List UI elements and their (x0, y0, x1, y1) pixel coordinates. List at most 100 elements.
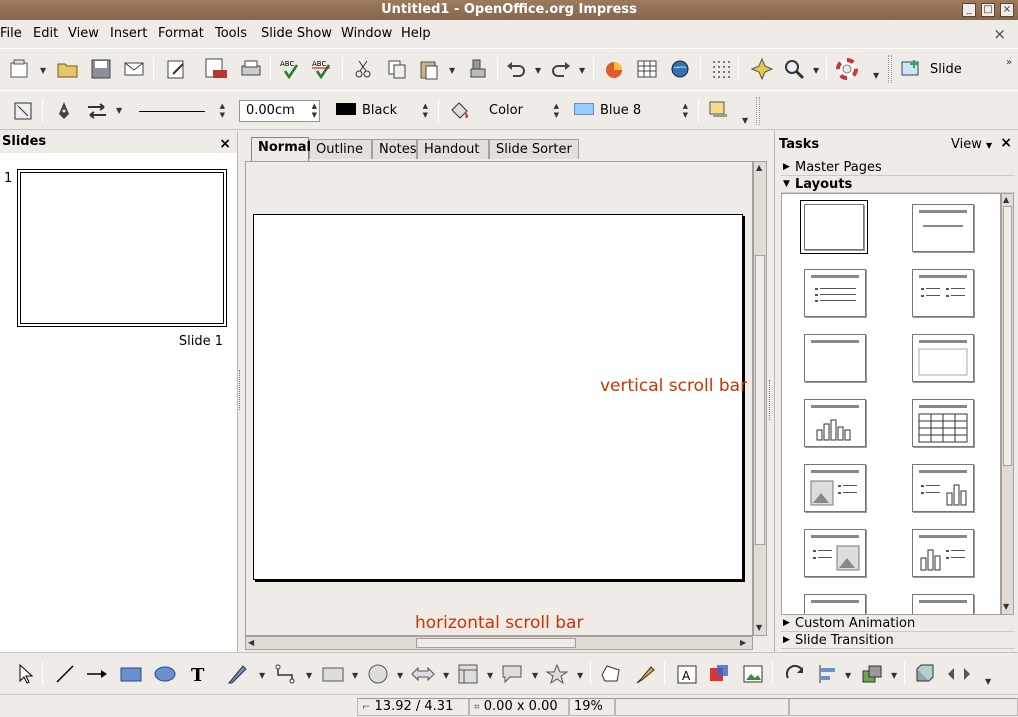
tasks-pane-close-button[interactable]: × (1000, 135, 1012, 151)
section-slide-transition[interactable]: ▶ Slide Transition (781, 632, 1015, 649)
layout-centered-text[interactable] (912, 334, 974, 382)
menu-window[interactable]: Window (341, 26, 392, 41)
slide-thumbnail[interactable] (17, 169, 227, 327)
menu-edit[interactable]: Edit (33, 26, 58, 41)
layout-title-text-chart[interactable] (912, 464, 974, 512)
layouts-scrollbar[interactable]: ▲ ▼ (1001, 193, 1014, 615)
arrow-style-icon[interactable] (84, 98, 110, 124)
rotate-icon[interactable] (782, 661, 808, 687)
slide-icon[interactable] (898, 56, 924, 82)
zoom-dropdown-icon[interactable]: ▼ (813, 66, 819, 75)
section-master-pages[interactable]: ▶ Master Pages (781, 159, 1015, 176)
tasks-view-menu[interactable]: View ▼ (951, 137, 992, 152)
line-tool-icon[interactable] (52, 661, 78, 687)
toolbar-overflow-icon[interactable]: ▼ (742, 116, 748, 125)
toolbar-handle[interactable] (888, 55, 892, 83)
layout-title-text-clipart[interactable] (804, 529, 866, 577)
line-pen-icon[interactable] (51, 98, 77, 124)
toolbar-overflow-icon[interactable]: ▼ (985, 677, 991, 686)
toolbar-overflow-icon[interactable]: ▼ (873, 71, 879, 80)
layout-title-only[interactable] (912, 204, 974, 252)
line-arrow-tool-icon[interactable] (84, 661, 110, 687)
redo-dropdown-icon[interactable]: ▼ (579, 66, 585, 75)
layout-title-2-content[interactable] (912, 269, 974, 317)
menu-format[interactable]: Format (158, 26, 204, 41)
layouts-scroll-down-icon[interactable]: ▼ (1003, 602, 1009, 611)
open-folder-icon[interactable] (55, 56, 81, 82)
layout-partial-1[interactable] (804, 594, 866, 614)
right-splitter[interactable] (769, 380, 773, 420)
slides-pane-close-button[interactable]: × (219, 133, 231, 155)
cut-icon[interactable] (350, 56, 376, 82)
scroll-up-icon[interactable]: ▲ (756, 163, 762, 172)
ellipse-tool-icon[interactable] (152, 661, 178, 687)
layout-title-chart[interactable] (804, 399, 866, 447)
layout-title-table[interactable] (912, 399, 974, 447)
layout-title-content[interactable] (804, 269, 866, 317)
minimize-button[interactable]: _ (962, 3, 976, 17)
area-style-select[interactable]: Color ▲ ▼ (482, 100, 562, 122)
scroll-left-icon[interactable]: ◀ (248, 638, 254, 647)
stylist-icon[interactable] (749, 56, 775, 82)
connect-icon[interactable] (10, 98, 36, 124)
callouts-dropdown-icon[interactable]: ▼ (532, 671, 538, 680)
more-arrow-icon[interactable]: » (1006, 57, 1012, 68)
line-color-select[interactable]: Black ▲ ▼ (329, 100, 431, 122)
menu-help[interactable]: Help (401, 26, 431, 41)
connector-tool-icon[interactable] (273, 661, 299, 687)
extrusion-icon[interactable] (912, 661, 938, 687)
block-arrows-icon[interactable] (410, 661, 436, 687)
curve-tool-icon[interactable] (225, 661, 251, 687)
menu-insert[interactable]: Insert (110, 26, 147, 41)
tab-outline[interactable]: Outline (309, 139, 372, 159)
glue-points-icon[interactable] (632, 661, 658, 687)
area-color-select[interactable]: Blue 8 ▲ ▼ (567, 100, 691, 122)
toolbar-handle[interactable] (756, 97, 760, 125)
paste-dropdown-icon[interactable]: ▼ (449, 66, 455, 75)
layout-blank[interactable] (800, 200, 868, 254)
menu-tools[interactable]: Tools (215, 26, 247, 41)
connector-dropdown-icon[interactable]: ▼ (306, 671, 312, 680)
text-tool-icon[interactable]: T (186, 661, 212, 687)
menu-file[interactable]: File (0, 26, 22, 41)
arrange-icon[interactable] (859, 661, 885, 687)
stars-dropdown-icon[interactable]: ▼ (577, 671, 583, 680)
points-icon[interactable] (598, 661, 624, 687)
fontwork-icon[interactable]: A (674, 661, 700, 687)
copy-icon[interactable] (384, 56, 410, 82)
block-arrows-dropdown-icon[interactable]: ▼ (443, 671, 449, 680)
chart-icon[interactable] (601, 56, 627, 82)
undo-icon[interactable] (503, 56, 529, 82)
autospellcheck-icon[interactable]: ABC (310, 56, 336, 82)
close-window-button[interactable]: × (1000, 3, 1014, 17)
basic-shapes-dropdown-icon[interactable]: ▼ (352, 671, 358, 680)
stars-icon[interactable] (544, 661, 570, 687)
slide-page[interactable] (253, 214, 743, 580)
gallery-icon[interactable] (740, 661, 766, 687)
line-style-select[interactable]: ▲ ▼ (132, 100, 228, 122)
area-fill-bucket-icon[interactable] (447, 98, 473, 124)
layout-title-slide[interactable] (804, 334, 866, 382)
spellcheck-icon[interactable]: ABC (278, 56, 304, 82)
print-icon[interactable] (238, 56, 264, 82)
alignment-icon[interactable] (815, 661, 841, 687)
tab-handout[interactable]: Handout (417, 139, 489, 159)
scroll-down-icon[interactable]: ▼ (756, 623, 762, 632)
section-layouts[interactable]: ▼ Layouts (781, 176, 1015, 193)
vertical-scroll-thumb[interactable] (755, 255, 765, 545)
layout-partial-2[interactable] (912, 594, 974, 614)
symbol-shapes-icon[interactable] (365, 661, 391, 687)
email-icon[interactable] (121, 56, 147, 82)
callouts-icon[interactable] (499, 661, 525, 687)
layouts-scroll-up-icon[interactable]: ▲ (1003, 195, 1009, 204)
menu-slide-show[interactable]: Slide Show (261, 26, 332, 41)
maximize-button[interactable]: □ (981, 3, 995, 17)
arrow-style-dropdown-icon[interactable]: ▼ (116, 106, 122, 115)
insert-picture-from-file-icon[interactable] (706, 661, 732, 687)
slide-button-label[interactable]: Slide (930, 62, 962, 77)
shadow-icon[interactable] (705, 97, 731, 123)
status-zoom[interactable]: 19% (569, 698, 615, 716)
layouts-scroll-thumb[interactable] (1003, 206, 1012, 466)
undo-dropdown-icon[interactable]: ▼ (535, 66, 541, 75)
curve-dropdown-icon[interactable]: ▼ (259, 671, 265, 680)
